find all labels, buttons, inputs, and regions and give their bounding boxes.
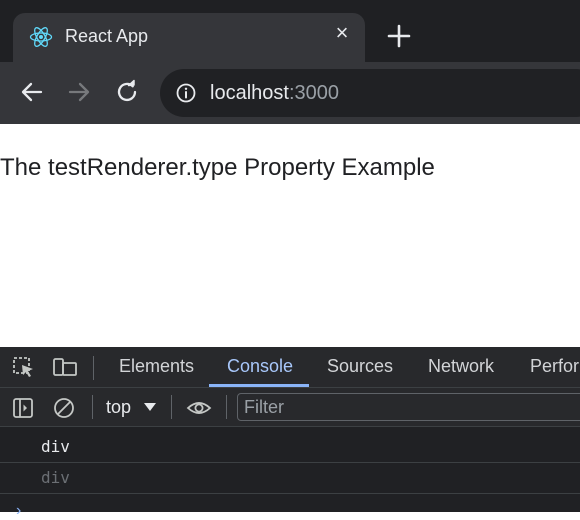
close-icon[interactable]: × [331,22,353,44]
tab-title: React App [65,26,149,46]
console-message: div [0,432,580,463]
tab-elements[interactable]: Elements [119,356,194,377]
page-viewport: The testRenderer.type Property Example [0,125,580,347]
url-text: localhost:3000 [210,82,339,105]
browser-toolbar: localhost:3000 [0,62,580,124]
console-prompt-icon[interactable]: › [16,502,21,520]
context-selector[interactable]: top [106,397,131,418]
url-port: :3000 [288,82,339,104]
tab-network[interactable]: Network [428,356,494,377]
plus-icon[interactable] [385,22,413,50]
device-toolbar-icon[interactable] [52,356,77,378]
filter-box [237,393,580,421]
sidebar-toggle-icon[interactable] [12,397,34,419]
inspect-element-icon[interactable] [12,356,36,378]
eye-icon[interactable] [186,397,212,419]
browser-tab[interactable]: React App × [13,13,365,62]
browser-tab-strip: React App × [0,0,580,62]
toolbar-divider [171,395,172,419]
clear-console-icon[interactable] [53,397,75,419]
reload-icon[interactable] [114,79,140,105]
console-message-text: div [41,468,70,487]
address-bar[interactable]: localhost:3000 [160,69,580,117]
active-tab-indicator [209,384,309,387]
back-arrow-icon[interactable] [19,79,45,105]
console-toolbar: top [0,388,580,427]
devtools-panel: Elements Console Sources Network Perform… [0,347,580,519]
devtools-tab-bar: Elements Console Sources Network Perform [0,347,580,388]
chevron-down-icon[interactable] [144,403,156,411]
tab-sources[interactable]: Sources [327,356,393,377]
console-message: div [0,463,580,494]
react-logo-icon [29,25,53,49]
page-heading-text: The testRenderer.type Property Example [0,154,435,181]
filter-input[interactable] [244,396,544,418]
url-host: localhost [210,82,289,104]
info-icon[interactable] [175,82,197,104]
tab-console[interactable]: Console [227,356,293,377]
console-message-text: div [41,437,70,456]
toolbar-divider [92,395,93,419]
tab-performance[interactable]: Perform [530,356,580,377]
toolbar-divider [226,395,227,419]
forward-arrow-icon[interactable] [66,79,92,105]
toolbar-divider [93,356,94,380]
